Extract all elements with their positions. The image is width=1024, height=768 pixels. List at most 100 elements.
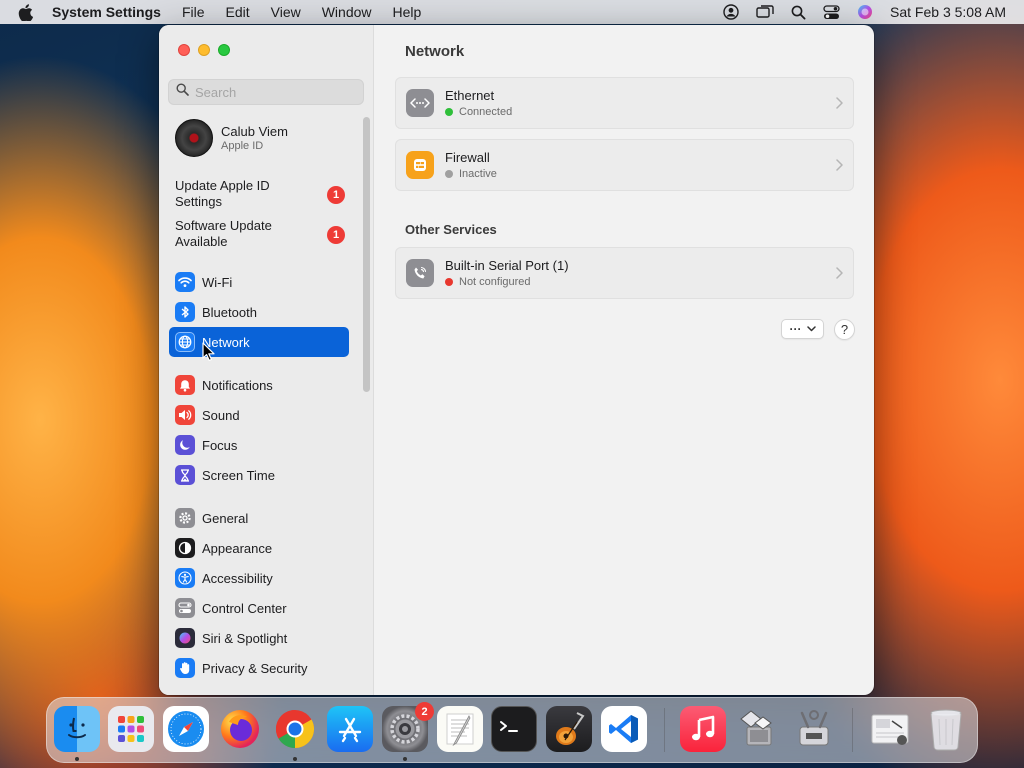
apple-id-profile[interactable]: Calub Viem Apple ID: [175, 119, 288, 157]
notice-label: Update Apple ID Settings: [175, 178, 270, 209]
sidebar: Calub Viem Apple ID Update Apple ID Sett…: [159, 25, 374, 695]
sidebar-item-label: Control Center: [202, 600, 287, 616]
menu-file[interactable]: File: [182, 4, 205, 20]
network-pane: Network Ethernet Connected Firewall Inac…: [375, 25, 874, 695]
other-services-heading: Other Services: [405, 222, 497, 237]
disk-utility-icon[interactable]: [791, 706, 837, 752]
running-indicator: [75, 757, 79, 761]
more-label: ···: [789, 322, 802, 336]
sidebar-item-general[interactable]: General: [169, 504, 349, 532]
safari-icon[interactable]: [163, 706, 209, 752]
textedit-icon[interactable]: [437, 706, 483, 752]
service-status: Connected: [459, 106, 513, 118]
vscode-icon[interactable]: [601, 706, 647, 752]
firefox-icon[interactable]: [217, 706, 263, 752]
menu-edit[interactable]: Edit: [226, 4, 250, 20]
minimize-window-button[interactable]: [198, 44, 210, 56]
software-update-notice[interactable]: Software Update Available 1: [175, 218, 345, 250]
sidebar-item-appearance[interactable]: Appearance: [169, 534, 349, 562]
chevron-right-icon: [836, 96, 843, 114]
sidebar-item-label: Accessibility: [202, 570, 273, 586]
more-actions-button[interactable]: ···: [781, 319, 824, 339]
menu-view[interactable]: View: [271, 4, 301, 20]
system-settings-window: Calub Viem Apple ID Update Apple ID Sett…: [159, 25, 874, 695]
siri-icon: [175, 628, 195, 648]
appearance-icon: [175, 538, 195, 558]
launchpad-icon[interactable]: [108, 706, 154, 752]
sidebar-scrollbar[interactable]: [363, 117, 370, 392]
wifi-icon: [175, 272, 195, 292]
chrome-icon[interactable]: [272, 706, 318, 752]
trash-icon[interactable]: [923, 706, 969, 752]
menu-help[interactable]: Help: [393, 4, 422, 20]
sidebar-item-label: Wi-Fi: [202, 274, 233, 290]
window-controls: [178, 44, 238, 56]
sidebar-item-wifi[interactable]: Wi-Fi: [169, 268, 349, 296]
profile-subtitle: Apple ID: [221, 140, 264, 152]
service-status: Not configured: [459, 276, 531, 288]
sidebar-item-control-center[interactable]: Control Center: [169, 594, 349, 622]
migration-icon[interactable]: [736, 706, 782, 752]
user-account-icon[interactable]: [723, 4, 739, 20]
menu-window[interactable]: Window: [322, 4, 372, 20]
firewall-icon: [406, 151, 434, 179]
sidebar-item-siri-spotlight[interactable]: Siri & Spotlight: [169, 624, 349, 652]
dock-separator: [664, 708, 665, 752]
dock: 2: [46, 697, 978, 763]
search-input[interactable]: [195, 84, 355, 100]
globe-icon: [175, 332, 195, 352]
help-button[interactable]: ?: [834, 319, 855, 340]
service-row-serial-port[interactable]: Built-in Serial Port (1) Not configured: [395, 247, 854, 299]
menu-clock[interactable]: Sat Feb 3 5:08 AM: [890, 4, 1006, 20]
sidebar-item-privacy-security[interactable]: Privacy & Security: [169, 654, 349, 682]
close-window-button[interactable]: [178, 44, 190, 56]
sidebar-item-label: Screen Time: [202, 467, 275, 483]
control-center-icon[interactable]: [823, 4, 840, 20]
sidebar-item-label: Siri & Spotlight: [202, 630, 288, 646]
screen-mirroring-icon[interactable]: [756, 4, 774, 20]
apple-menu-icon[interactable]: [18, 3, 38, 21]
sidebar-item-label: Bluetooth: [202, 304, 257, 320]
notification-badge: 1: [327, 226, 345, 244]
ethernet-icon: [406, 89, 434, 117]
bluetooth-icon: [175, 302, 195, 322]
sidebar-item-focus[interactable]: Focus: [169, 431, 349, 459]
terminal-icon[interactable]: [491, 706, 537, 752]
sidebar-item-accessibility[interactable]: Accessibility: [169, 564, 349, 592]
sidebar-item-notifications[interactable]: Notifications: [169, 371, 349, 399]
running-indicator: [293, 757, 297, 761]
finder-icon[interactable]: [54, 706, 100, 752]
sidebar-item-label: Notifications: [202, 377, 273, 393]
music-icon[interactable]: [680, 706, 726, 752]
moon-icon: [175, 435, 195, 455]
search-field[interactable]: [168, 79, 364, 105]
app-store-icon[interactable]: [327, 706, 373, 752]
spotlight-search-icon[interactable]: [791, 5, 806, 20]
sidebar-item-screen-time[interactable]: Screen Time: [169, 461, 349, 489]
notification-badge: 1: [327, 186, 345, 204]
sidebar-item-bluetooth[interactable]: Bluetooth: [169, 298, 349, 326]
garageband-icon[interactable]: [546, 706, 592, 752]
hand-icon: [175, 658, 195, 678]
chevron-right-icon: [836, 266, 843, 284]
service-row-ethernet[interactable]: Ethernet Connected: [395, 77, 854, 129]
speaker-icon: [175, 405, 195, 425]
sidebar-item-network[interactable]: Network: [169, 327, 349, 357]
service-name: Firewall: [445, 150, 490, 165]
service-row-firewall[interactable]: Firewall Inactive: [395, 139, 854, 191]
menu-bar: System Settings File Edit View Window He…: [0, 0, 1024, 24]
notice-label: Software Update Available: [175, 218, 272, 249]
menu-app-name[interactable]: System Settings: [52, 4, 161, 20]
bell-icon: [175, 375, 195, 395]
search-icon: [176, 83, 189, 101]
status-dot: [445, 108, 453, 116]
page-title: Network: [405, 43, 465, 60]
app-badge: 2: [415, 702, 434, 721]
zoom-window-button[interactable]: [218, 44, 230, 56]
siri-icon[interactable]: [857, 4, 873, 20]
service-name: Ethernet: [445, 88, 495, 103]
profile-name: Calub Viem: [221, 124, 288, 139]
preview-icon[interactable]: [867, 706, 913, 752]
sidebar-item-sound[interactable]: Sound: [169, 401, 349, 429]
update-apple-id-notice[interactable]: Update Apple ID Settings 1: [175, 178, 345, 210]
